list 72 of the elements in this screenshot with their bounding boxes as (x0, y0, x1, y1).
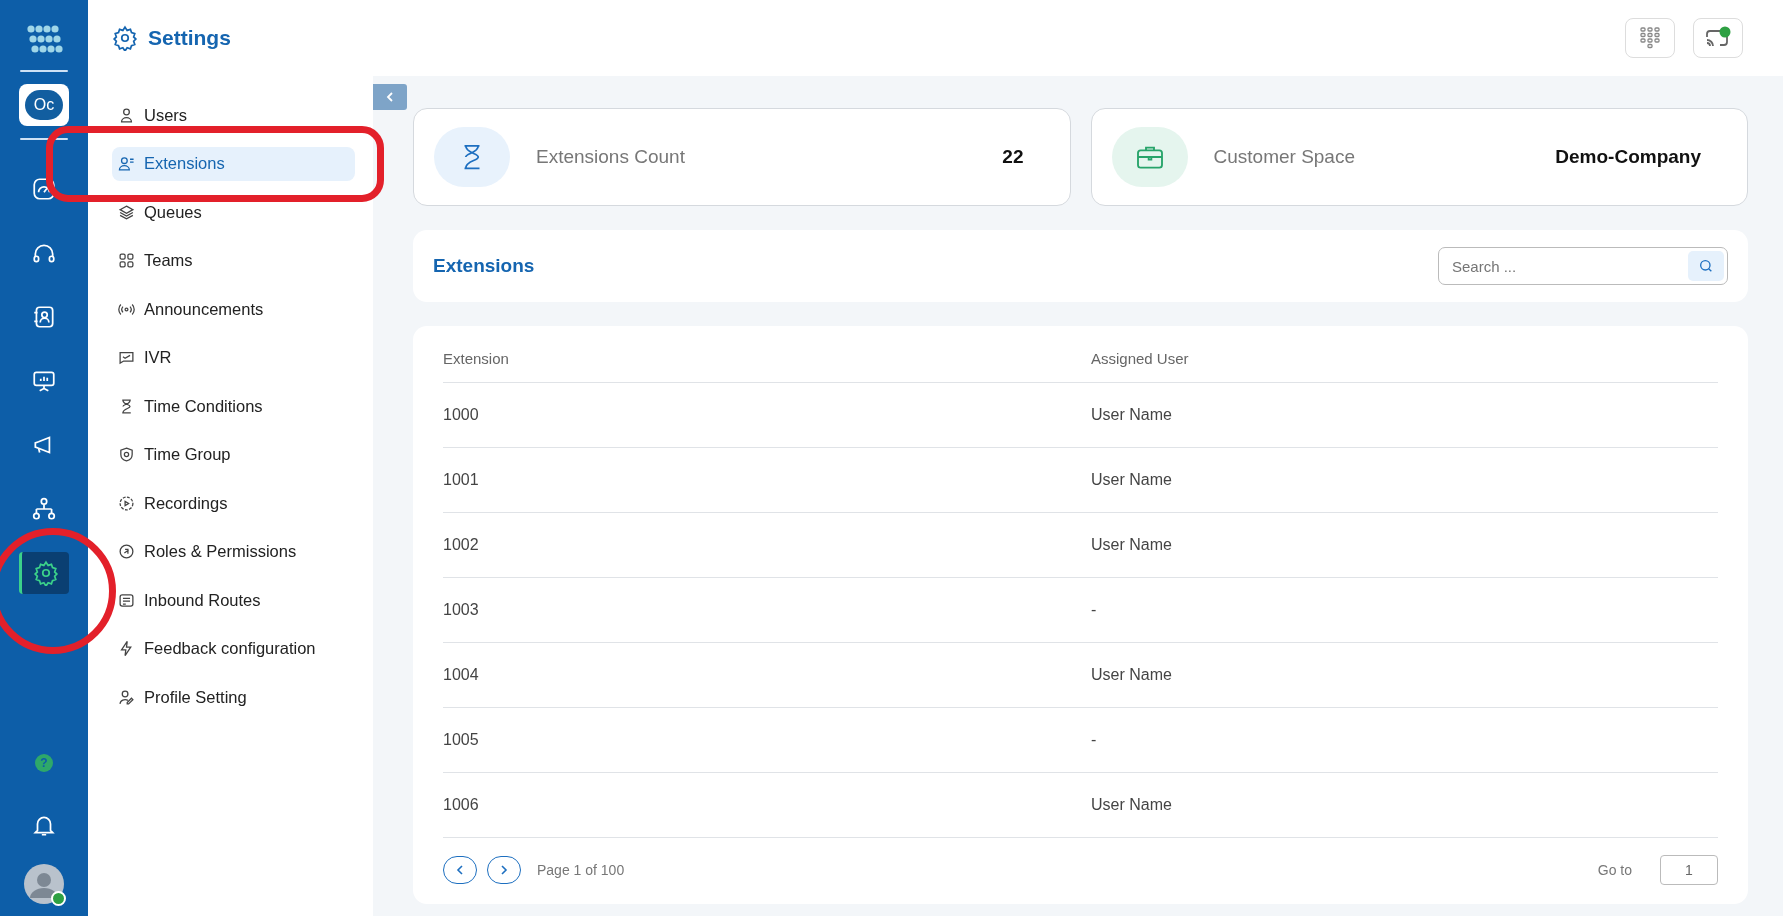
page-label: Page 1 of 100 (537, 862, 625, 878)
table-cell-text: User Name (1091, 536, 1173, 554)
user-edit-icon (118, 688, 135, 706)
user-icon (118, 106, 135, 124)
settings-menu-item[interactable]: Extensions (112, 146, 355, 181)
gauge-icon (31, 176, 57, 202)
user-avatar[interactable] (24, 864, 64, 904)
badge-icon (118, 543, 135, 560)
chevron-left-icon (385, 91, 395, 103)
grid-icon (118, 252, 135, 269)
gear-icon (32, 560, 59, 586)
divider-line (20, 138, 68, 140)
lightning-icon (118, 640, 135, 657)
chevron-left-icon (455, 864, 465, 876)
play-circle-icon (118, 494, 135, 512)
message-icon (118, 349, 135, 366)
hierarchy-icon (31, 496, 57, 522)
search-field[interactable]: Search ... (1438, 247, 1728, 285)
table-cell-text: - (1091, 731, 1098, 749)
contacts-icon (31, 304, 57, 330)
presentation-icon (31, 368, 57, 394)
column-header: Extension (443, 349, 510, 367)
goto-label: Go to (1597, 862, 1632, 878)
settings-menu-item[interactable]: Queues (112, 195, 355, 229)
chevron-right-icon (499, 864, 509, 876)
settings-menu-item[interactable]: Feedback configuration (112, 631, 355, 666)
table-cell-text: 1006 (443, 796, 480, 814)
stat-label: Extensions Count (536, 146, 686, 168)
table-cell-text: User Name (1091, 406, 1173, 424)
dialpad-button[interactable] (1625, 18, 1675, 58)
settings-menu-item[interactable]: Time Conditions (112, 389, 355, 423)
table-cell-text: 1005 (443, 731, 480, 749)
dialpad-icon (1639, 27, 1661, 49)
settings-menu-item[interactable]: Teams (112, 243, 355, 278)
settings-menu-item[interactable]: Inbound Routes (112, 583, 355, 617)
layers-icon (118, 203, 135, 221)
shield-icon (118, 446, 135, 463)
table-cell-text: User Name (1091, 666, 1173, 684)
settings-menu-item[interactable]: Announcements (112, 292, 355, 326)
previous-page-button[interactable] (443, 856, 477, 884)
table-cell-text: 1003 (443, 601, 480, 619)
cast-button[interactable] (1693, 18, 1743, 58)
inbox-icon (118, 591, 135, 609)
users-icon (118, 155, 135, 172)
table-cell-text: 1000 (443, 406, 480, 424)
table-cell-text: User Name (1091, 796, 1173, 814)
settings-menu-item[interactable]: Roles & Permissions (112, 534, 355, 569)
section-title: Extensions (433, 255, 536, 277)
search-icon[interactable] (1688, 251, 1724, 281)
column-header: Assigned User (1091, 349, 1190, 367)
table-cell-text: - (1091, 601, 1098, 619)
settings-menu-item[interactable]: Profile Setting (112, 680, 355, 714)
table-cell-text: 1002 (443, 536, 480, 554)
online-status-dot (51, 891, 66, 906)
settings-title: Settings (148, 26, 231, 50)
stat-value: 22 (1002, 146, 1024, 168)
gear-icon (112, 25, 138, 51)
settings-menu-item[interactable]: Time Group (112, 437, 355, 472)
stat-value: Demo-Company (1555, 146, 1701, 168)
page-input[interactable]: 1 (1660, 855, 1718, 885)
logo-icon (25, 24, 63, 54)
workspace-badge[interactable]: Oc (19, 84, 69, 126)
table-cell-text: 1001 (443, 471, 480, 489)
stat-label: Customer Space (1213, 146, 1356, 168)
table-cell-text: User Name (1091, 471, 1173, 489)
next-page-button[interactable] (487, 856, 521, 884)
rail-button[interactable] (19, 552, 69, 594)
table-cell-text: 1004 (443, 666, 480, 684)
settings-menu-item[interactable]: IVR (112, 340, 355, 375)
divider-line (20, 70, 68, 72)
settings-menu-item[interactable]: Users (112, 98, 355, 132)
settings-menu-item[interactable]: Recordings (112, 486, 355, 520)
